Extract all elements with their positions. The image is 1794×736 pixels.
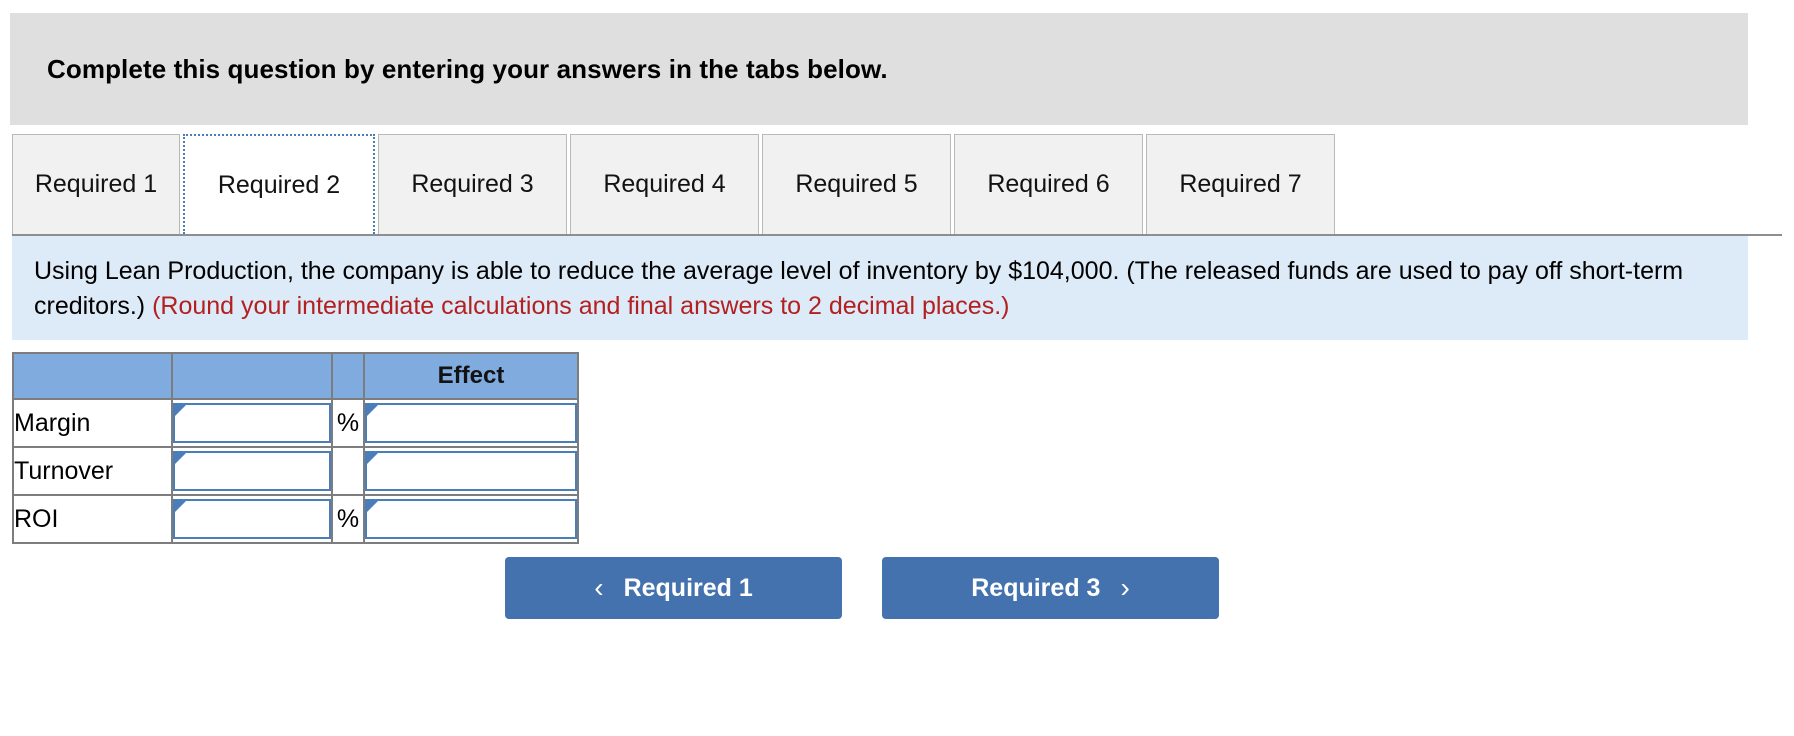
- header-effect: Effect: [363, 352, 579, 400]
- table-row: Turnover: [12, 446, 579, 496]
- turnover-unit: [331, 446, 365, 496]
- header-blank-3: [331, 352, 365, 400]
- tab-required-7[interactable]: Required 7: [1146, 134, 1335, 234]
- next-required-label: Required 3: [971, 573, 1101, 602]
- margin-effect-cell: [363, 398, 579, 448]
- next-required-button[interactable]: Required 3 ›: [882, 557, 1219, 619]
- roi-effect-cell: [363, 494, 579, 544]
- turnover-effect-input[interactable]: [365, 451, 577, 491]
- tab-label: Required 7: [1179, 170, 1302, 198]
- header-blank-1: [12, 352, 173, 400]
- tab-label: Required 2: [217, 170, 341, 199]
- turnover-effect-cell: [363, 446, 579, 496]
- tab-required-2[interactable]: Required 2: [183, 134, 375, 234]
- question-instructions: Using Lean Production, the company is ab…: [12, 236, 1748, 340]
- tab-label: Required 6: [987, 170, 1110, 198]
- turnover-value-cell: [171, 446, 333, 496]
- roi-unit: %: [331, 494, 365, 544]
- tab-label: Required 3: [411, 170, 534, 198]
- chevron-left-icon: ‹: [594, 572, 604, 603]
- row-label-roi: ROI: [12, 494, 173, 544]
- tab-required-3[interactable]: Required 3: [378, 134, 567, 234]
- rounding-note: (Round your intermediate calculations an…: [152, 292, 1010, 320]
- roi-value-input[interactable]: [173, 499, 331, 539]
- prev-required-button[interactable]: ‹ Required 1: [505, 557, 842, 619]
- margin-value-input[interactable]: [173, 403, 331, 443]
- table-row: Margin %: [12, 398, 579, 448]
- roi-value-cell: [171, 494, 333, 544]
- tab-navigation-bar: ‹ Required 1 Required 3 ›: [0, 557, 1794, 619]
- tab-required-5[interactable]: Required 5: [762, 134, 951, 234]
- instruction-banner: Complete this question by entering your …: [10, 13, 1748, 125]
- instruction-paragraph: Using Lean Production, the company is ab…: [34, 254, 1726, 324]
- tab-required-4[interactable]: Required 4: [570, 134, 759, 234]
- tab-required-6[interactable]: Required 6: [954, 134, 1143, 234]
- tab-label: Required 5: [795, 170, 918, 198]
- tab-required-1[interactable]: Required 1: [12, 134, 180, 234]
- margin-value-cell: [171, 398, 333, 448]
- tab-label: Required 1: [34, 170, 158, 198]
- banner-title: Complete this question by entering your …: [47, 53, 888, 84]
- tab-row: Required 1 Required 2 Required 3 Require…: [12, 134, 1782, 234]
- tab-label: Required 4: [603, 170, 726, 198]
- header-blank-2: [171, 352, 333, 400]
- chevron-right-icon: ›: [1120, 572, 1130, 603]
- table-row: ROI %: [12, 494, 579, 544]
- roi-effect-input[interactable]: [365, 499, 577, 539]
- row-label-turnover: Turnover: [12, 446, 173, 496]
- answer-table-body: Margin % Turnover ROI %: [12, 398, 579, 544]
- tab-strip: Required 1 Required 2 Required 3 Require…: [12, 134, 1782, 236]
- turnover-value-input[interactable]: [173, 451, 331, 491]
- table-header-row: Effect: [12, 352, 579, 400]
- answer-table-head: Effect: [12, 352, 579, 400]
- margin-effect-input[interactable]: [365, 403, 577, 443]
- row-label-margin: Margin: [12, 398, 173, 448]
- prev-required-label: Required 1: [623, 573, 753, 602]
- margin-unit: %: [331, 398, 365, 448]
- answer-table: Effect Margin % Turnover ROI %: [12, 352, 579, 544]
